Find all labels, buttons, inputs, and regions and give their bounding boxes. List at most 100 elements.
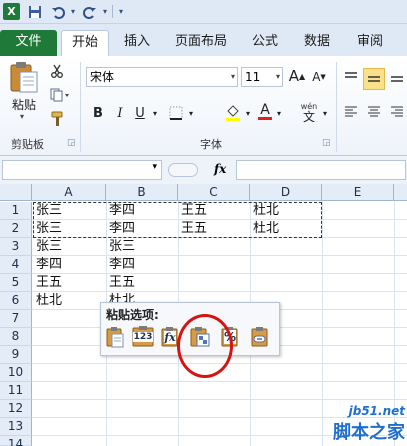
cell-c2[interactable]: 王五	[178, 220, 207, 238]
name-box[interactable]: ▾	[2, 160, 162, 180]
formula-bar-splitter[interactable]	[168, 163, 198, 177]
phonetic-button[interactable]: wén 文	[296, 100, 322, 124]
cell-b3[interactable]: 张三	[106, 238, 135, 256]
cell-a5[interactable]: 王五	[33, 274, 62, 292]
bold-button[interactable]: B	[90, 104, 106, 122]
cell-d2[interactable]: 杜北	[250, 220, 279, 238]
undo-icon[interactable]	[50, 3, 66, 20]
paste-dropdown-icon[interactable]: ▾	[20, 112, 24, 121]
cut-icon[interactable]	[48, 62, 66, 80]
cell-a2[interactable]: 张三	[33, 220, 62, 238]
align-bottom-icon[interactable]	[388, 68, 406, 86]
tab-review[interactable]: 审阅	[348, 30, 392, 56]
formula-bar: ▾ fx	[0, 156, 407, 184]
clipboard-launcher-icon[interactable]: ◲	[67, 138, 76, 148]
underline-button[interactable]: U	[132, 104, 148, 122]
cell-d1[interactable]: 杜北	[250, 202, 279, 220]
row-header[interactable]: 3	[0, 238, 32, 256]
excel-app-icon[interactable]: X	[3, 3, 20, 20]
redo-icon[interactable]	[82, 3, 98, 20]
select-all-corner[interactable]	[0, 184, 32, 201]
row-header[interactable]: 14	[0, 436, 32, 446]
cell-c1[interactable]: 王五	[178, 202, 207, 220]
save-icon[interactable]	[27, 3, 43, 20]
name-box-dropdown-icon[interactable]: ▾	[152, 162, 157, 172]
grow-font-button[interactable]: A ▲	[288, 66, 306, 86]
paste-options-title: 粘贴选项:	[106, 308, 159, 322]
column-header-e[interactable]: E	[322, 184, 394, 201]
customize-toolbar-icon[interactable]: ▾	[116, 3, 126, 20]
grid-line	[32, 381, 407, 382]
phonetic-dropdown-icon[interactable]: ▾	[320, 106, 330, 120]
redo-dropdown-icon[interactable]: ▾	[100, 3, 110, 20]
formula-input[interactable]	[236, 160, 406, 180]
row-header[interactable]: 8	[0, 328, 32, 346]
cell-a1[interactable]: 张三	[33, 202, 62, 220]
tab-file[interactable]: 文件	[0, 30, 57, 56]
align-right-icon[interactable]	[388, 102, 406, 120]
undo-dropdown-icon[interactable]: ▾	[68, 3, 78, 20]
row-header[interactable]: 9	[0, 346, 32, 364]
tab-page-layout[interactable]: 页面布局	[166, 30, 236, 56]
column-header-c[interactable]: C	[178, 184, 250, 201]
tab-home[interactable]: 开始	[61, 30, 109, 56]
row-header[interactable]: 10	[0, 364, 32, 382]
tab-data[interactable]: 数据	[295, 30, 339, 56]
font-group-label: 字体	[200, 138, 222, 151]
row-header[interactable]: 2	[0, 220, 32, 238]
cell-b2[interactable]: 李四	[106, 220, 135, 238]
copy-icon[interactable]	[48, 86, 72, 104]
tab-insert[interactable]: 插入	[115, 30, 159, 56]
row-header[interactable]: 1	[0, 202, 32, 220]
row-header[interactable]: 7	[0, 310, 32, 328]
row-header[interactable]: 5	[0, 274, 32, 292]
cell-b5[interactable]: 王五	[106, 274, 135, 292]
row-header[interactable]: 11	[0, 382, 32, 400]
align-left-icon[interactable]	[342, 102, 360, 120]
cell-a6[interactable]: 杜北	[33, 292, 62, 310]
shrink-font-icon: A	[312, 70, 321, 84]
row-header[interactable]: 6	[0, 292, 32, 310]
font-color-icon: A	[260, 101, 270, 118]
row-header[interactable]: 13	[0, 418, 32, 436]
insert-function-icon[interactable]: fx	[214, 162, 226, 176]
grow-font-caret: ▲	[299, 71, 306, 81]
row-header[interactable]: 12	[0, 400, 32, 418]
fill-color-dropdown-icon[interactable]: ▾	[243, 106, 253, 120]
paste-icon[interactable]	[8, 60, 40, 94]
font-size-dropdown-icon[interactable]: ▾	[276, 68, 280, 86]
align-top-icon[interactable]	[342, 68, 360, 86]
paste-link-icon[interactable]	[249, 325, 271, 349]
cell-b4[interactable]: 李四	[106, 256, 135, 274]
row-header[interactable]: 4	[0, 256, 32, 274]
tab-formulas[interactable]: 公式	[243, 30, 287, 56]
font-color-button[interactable]: A	[256, 100, 274, 122]
font-name-dropdown-icon[interactable]: ▾	[231, 68, 235, 86]
font-size-combo[interactable]: 11 ▾	[241, 67, 283, 87]
highlight-circle	[177, 314, 233, 378]
format-painter-icon[interactable]	[48, 110, 68, 128]
paste-formulas-label: fx	[164, 330, 176, 344]
font-name-combo[interactable]: 宋体 ▾	[86, 67, 238, 87]
fill-color-icon[interactable]	[223, 102, 243, 122]
cell-b1[interactable]: 李四	[106, 202, 135, 220]
underline-dropdown-icon[interactable]: ▾	[150, 106, 160, 120]
paste-default-icon[interactable]	[104, 325, 126, 349]
borders-dropdown-icon[interactable]: ▾	[186, 106, 196, 120]
paste-button-label[interactable]: 粘贴	[12, 96, 36, 113]
quick-access-toolbar: X ▾ ▾ ▾	[0, 0, 407, 24]
paste-values-button[interactable]: 123	[131, 325, 155, 349]
align-center-icon[interactable]	[365, 102, 383, 120]
cell-a4[interactable]: 李四	[33, 256, 62, 274]
align-middle-icon[interactable]	[363, 68, 385, 90]
column-header-d[interactable]: D	[250, 184, 322, 201]
column-header-b[interactable]: B	[106, 184, 178, 201]
italic-button[interactable]: I	[112, 104, 128, 122]
font-color-dropdown-icon[interactable]: ▾	[274, 106, 284, 120]
column-header-f[interactable]	[394, 184, 407, 201]
shrink-font-button[interactable]: A ▼	[310, 68, 328, 86]
borders-icon[interactable]	[166, 104, 186, 122]
cell-a3[interactable]: 张三	[33, 238, 62, 256]
font-launcher-icon[interactable]: ◲	[322, 138, 331, 148]
column-header-a[interactable]: A	[32, 184, 106, 201]
